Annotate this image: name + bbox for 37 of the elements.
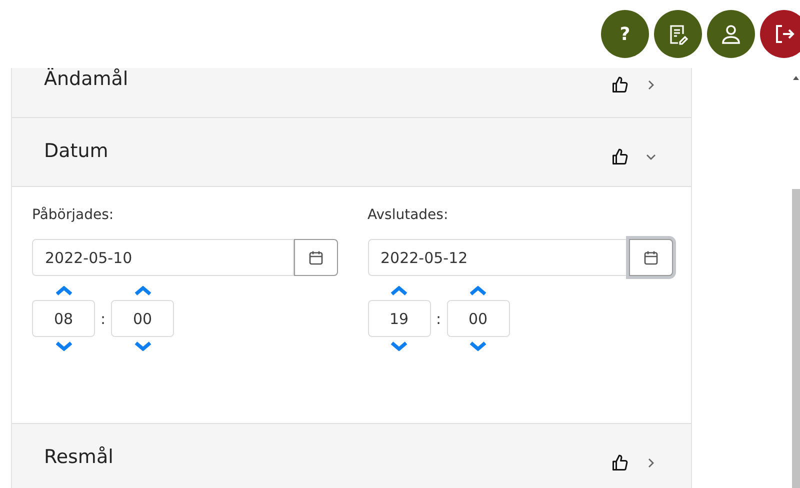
notes-button[interactable] [654,10,702,58]
field-label: Påbörjades: [32,207,115,225]
section-title: Datum [44,140,110,162]
calendar-button[interactable] [294,239,338,276]
minute-down-button[interactable] [470,341,486,351]
thumbs-up-icon[interactable] [611,76,629,94]
help-button[interactable]: ? [601,10,649,58]
hour-up-button[interactable] [391,286,407,296]
field-label: Avslutades: [368,207,450,225]
section-header[interactable]: Datum [12,118,691,187]
hour-down-button[interactable] [56,341,72,351]
minute-field[interactable]: 00 [446,300,510,337]
date-field[interactable]: 2022-05-12 [368,239,629,276]
thumbs-up-icon[interactable] [611,454,629,472]
hour-field[interactable]: 19 [368,300,430,337]
calendar-icon [642,248,660,266]
section-header[interactable]: Resmål [12,424,691,488]
calendar-button[interactable] [629,239,673,276]
calendar-icon [306,248,324,266]
time-separator: : [436,310,442,328]
hour-up-button[interactable] [56,286,72,296]
profile-button[interactable] [707,10,755,58]
section-header[interactable]: Ändamål [12,68,691,118]
minute-up-button[interactable] [134,286,150,296]
section-title: Ändamål [44,68,130,90]
user-icon [719,22,743,46]
time-separator: : [100,310,106,328]
date-field[interactable]: 2022-05-10 [32,239,294,276]
logout-button[interactable] [760,10,800,58]
thumbs-up-icon[interactable] [611,148,629,166]
scroll-up-icon[interactable] [792,74,800,82]
hour-field[interactable]: 08 [32,300,95,337]
hour-down-button[interactable] [391,341,407,351]
minute-down-button[interactable] [134,341,150,351]
section-title: Resmål [44,446,114,468]
minute-field[interactable]: 00 [111,300,174,337]
minute-up-button[interactable] [470,286,486,296]
